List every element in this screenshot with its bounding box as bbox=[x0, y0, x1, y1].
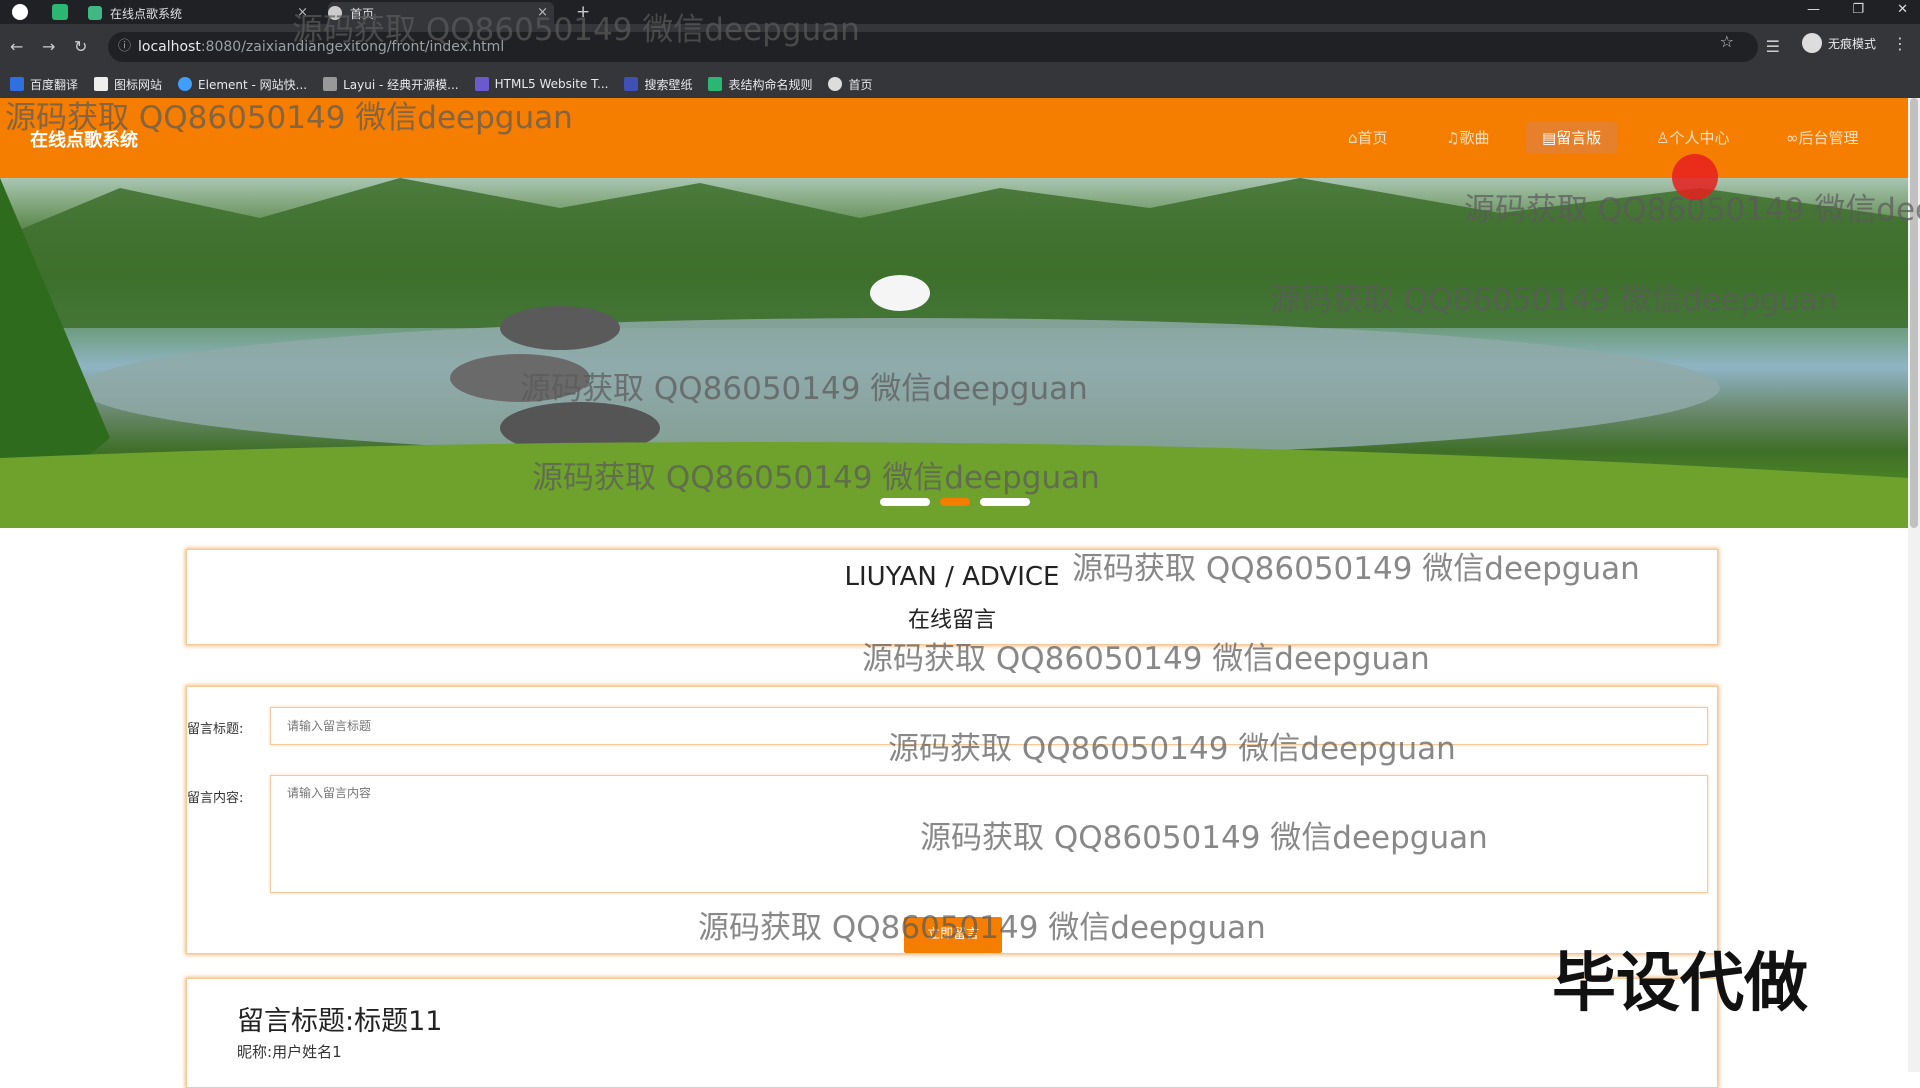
url-host: localhost bbox=[138, 39, 201, 55]
banner-landscape-image bbox=[0, 178, 1908, 528]
bookmark-label: Element - 网站快... bbox=[198, 77, 308, 92]
incognito-profile[interactable]: 无痕模式 bbox=[1801, 33, 1876, 53]
bookmark-star-icon[interactable]: ☆ bbox=[1720, 32, 1734, 51]
pinned-tab-icon[interactable] bbox=[52, 4, 68, 20]
content-textarea[interactable] bbox=[270, 775, 1708, 893]
reading-list-icon[interactable]: ☰ bbox=[1766, 37, 1780, 56]
section-title-en: LIUYAN / ADVICE bbox=[844, 562, 1060, 592]
nav-admin[interactable]: ∞后台管理 bbox=[1770, 122, 1875, 154]
restore-button[interactable]: ❐ bbox=[1852, 0, 1864, 20]
link-icon: ∞ bbox=[1786, 129, 1799, 147]
site-brand[interactable]: 在线点歌系统 bbox=[30, 126, 138, 152]
nav-user-center[interactable]: ♙个人中心 bbox=[1640, 122, 1745, 154]
bookmark-label: 搜索壁纸 bbox=[644, 77, 693, 92]
scrollbar-thumb[interactable] bbox=[1910, 98, 1918, 528]
bookmark-label: 百度翻译 bbox=[30, 77, 79, 92]
message-title-value: 标题11 bbox=[354, 1006, 443, 1037]
banner-carousel[interactable] bbox=[0, 178, 1908, 528]
page-scrollbar[interactable] bbox=[1908, 98, 1920, 1072]
submit-button[interactable]: 立即留言 bbox=[904, 917, 1002, 953]
element-icon bbox=[178, 77, 193, 91]
nav-label: 歌曲 bbox=[1459, 129, 1490, 147]
back-button[interactable]: ← bbox=[10, 37, 23, 56]
carousel-dot-active[interactable] bbox=[940, 498, 970, 506]
close-tab-icon[interactable]: × bbox=[297, 5, 308, 20]
bookmark-label: HTML5 Website T... bbox=[494, 77, 609, 91]
nav-label: 首页 bbox=[1357, 129, 1388, 147]
address-bar[interactable]: ⓘ localhost:8080/zaixiandiangexitong/fro… bbox=[108, 32, 1758, 62]
carousel-dot[interactable] bbox=[980, 498, 1030, 506]
carousel-indicators bbox=[880, 498, 1030, 506]
new-tab-button[interactable]: + bbox=[576, 2, 590, 22]
content-label: 留言内容: bbox=[187, 791, 244, 806]
bookmark-item[interactable]: 首页 bbox=[828, 76, 873, 93]
browser-menu-icon[interactable]: ⋮ bbox=[1892, 34, 1908, 53]
tab-title: 在线点歌系统 bbox=[110, 6, 183, 21]
browser-logo-icon[interactable] bbox=[12, 4, 28, 20]
message-icon: ▤ bbox=[1542, 129, 1557, 147]
bookmark-item[interactable]: 搜索壁纸 bbox=[624, 76, 692, 93]
bookmarks-bar: 百度翻译 图标网站 Element - 网站快... Layui - 经典开源模… bbox=[0, 70, 1920, 99]
globe-icon bbox=[328, 6, 342, 20]
translate-icon bbox=[10, 77, 24, 91]
reload-button[interactable]: ↻ bbox=[74, 37, 87, 56]
browser-tab-home[interactable]: 首页 × bbox=[328, 2, 554, 24]
table-icon bbox=[708, 77, 723, 91]
home-icon: ⌂ bbox=[1348, 129, 1358, 147]
title-input[interactable] bbox=[270, 707, 1708, 745]
bookmark-item[interactable]: Layui - 经典开源模... bbox=[323, 76, 459, 93]
message-title: 留言标题:标题11 bbox=[237, 999, 442, 1038]
promo-overlay-text: 毕设代做 bbox=[1552, 947, 1808, 1021]
wallpaper-icon bbox=[624, 77, 639, 91]
browser-tab-system[interactable]: 在线点歌系统 × bbox=[88, 2, 314, 24]
browser-tab-bar: 在线点歌系统 × 首页 × + — ❐ ✕ bbox=[0, 0, 1920, 24]
title-label: 留言标题: bbox=[187, 722, 244, 737]
html5-icon bbox=[474, 77, 489, 91]
incognito-icon bbox=[1801, 33, 1822, 53]
nickname-label: 昵称: bbox=[237, 1043, 273, 1061]
bookmark-item[interactable]: 表结构命名规则 bbox=[708, 76, 812, 93]
flag-icon bbox=[94, 77, 109, 91]
bookmark-item[interactable]: HTML5 Website T... bbox=[474, 77, 609, 91]
layui-icon bbox=[323, 77, 338, 91]
nickname-value: 用户姓名1 bbox=[272, 1043, 342, 1061]
profile-label: 无痕模式 bbox=[1827, 36, 1876, 51]
close-tab-icon[interactable]: × bbox=[537, 5, 548, 20]
nav-message-board[interactable]: ▤留言版 bbox=[1526, 122, 1618, 154]
section-title-panel: LIUYAN / ADVICE 在线留言 bbox=[186, 549, 1718, 645]
message-title-label: 留言标题: bbox=[237, 1006, 355, 1037]
music-icon: ♫ bbox=[1446, 129, 1460, 147]
cursor-highlight bbox=[1672, 154, 1718, 200]
site-info-icon[interactable]: ⓘ bbox=[118, 32, 131, 62]
section-title-cn: 在线留言 bbox=[907, 608, 996, 633]
tab-title: 首页 bbox=[350, 6, 375, 21]
bookmark-label: 图标网站 bbox=[114, 77, 163, 92]
browser-toolbar: ← → ↻ ⓘ localhost:8080/zaixiandiangexito… bbox=[0, 24, 1920, 70]
minimize-button[interactable]: — bbox=[1807, 0, 1820, 20]
bookmark-item[interactable]: 百度翻译 bbox=[10, 76, 78, 93]
message-nickname: 昵称:用户姓名1 bbox=[237, 1041, 342, 1062]
forward-button[interactable]: → bbox=[42, 37, 55, 56]
bookmark-item[interactable]: Element - 网站快... bbox=[178, 76, 307, 93]
nav-label: 个人中心 bbox=[1669, 129, 1730, 147]
carousel-dot[interactable] bbox=[880, 498, 930, 506]
globe-icon bbox=[828, 77, 843, 91]
message-form: 留言标题: 留言内容: 立即留言 bbox=[186, 686, 1718, 954]
bookmark-label: 表结构命名规则 bbox=[728, 77, 813, 92]
bookmark-item[interactable]: 图标网站 bbox=[94, 76, 162, 93]
bookmark-label: 首页 bbox=[848, 77, 873, 92]
nav-label: 留言版 bbox=[1556, 129, 1602, 147]
user-icon: ♙ bbox=[1656, 129, 1670, 147]
nav-label: 后台管理 bbox=[1798, 129, 1859, 147]
site-header: 在线点歌系统 ⌂首页 ♫歌曲 ▤留言版 ♙个人中心 ∞后台管理 bbox=[0, 98, 1908, 178]
nav-home[interactable]: ⌂首页 bbox=[1332, 122, 1404, 154]
bookmark-label: Layui - 经典开源模... bbox=[343, 77, 459, 92]
vue-icon bbox=[88, 6, 102, 20]
url-path: :8080/zaixiandiangexitong/front/index.ht… bbox=[200, 39, 505, 55]
close-window-button[interactable]: ✕ bbox=[1897, 0, 1908, 20]
nav-songs[interactable]: ♫歌曲 bbox=[1430, 122, 1505, 154]
